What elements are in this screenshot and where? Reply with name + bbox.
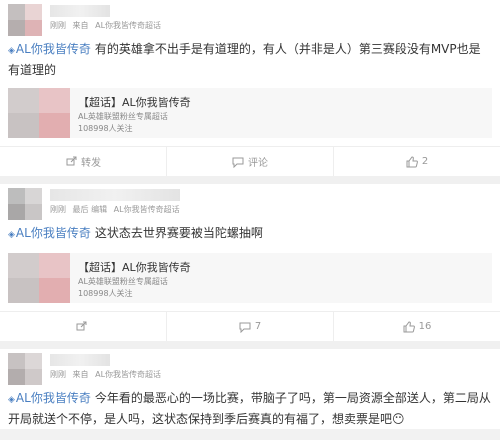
topic-link[interactable]: ◈AL你我皆传奇 [8, 226, 91, 240]
thumbs-up-icon [406, 155, 418, 167]
post-body: ◈AL你我皆传奇 这状态去世界赛要被当陀螺抽啊 [0, 224, 500, 245]
post-card: 刚刚 来自 AL你我皆传奇超话 ◈AL你我皆传奇 有的英雄拿不出手是有道理的，有人… [0, 0, 500, 176]
post-card: 刚刚 最后 编辑 AL你我皆传奇超话 ◈AL你我皆传奇 这状态去世界赛要被当陀螺抽… [0, 184, 500, 341]
post-from-source[interactable]: AL你我皆传奇超话 [95, 370, 161, 379]
post-text: 这状态去世界赛要被当陀螺抽啊 [94, 226, 263, 240]
comment-icon [232, 157, 244, 168]
like-count: 2 [421, 156, 429, 167]
comment-count: 7 [254, 321, 262, 332]
topic-label: AL你我皆传奇 [15, 42, 91, 56]
post-meta: 刚刚 来自 AL你我皆传奇超话 [50, 369, 165, 380]
super-topic-followers: 108998人关注 [78, 289, 133, 298]
comment-icon [239, 322, 251, 333]
post-separator [0, 176, 500, 184]
post-body: ◈AL你我皆传奇 有的英雄拿不出手是有道理的，有人（并非是人）第三赛段没有MVP也… [0, 40, 500, 80]
super-topic-icon: ◈ [8, 230, 15, 240]
repost-icon [66, 156, 77, 165]
username-blurred[interactable] [50, 189, 180, 201]
super-topic-card[interactable]: 【超话】AL你我皆传奇 AL英雄联盟粉丝专属超话 108998人关注 [8, 253, 492, 303]
topic-link[interactable]: ◈AL你我皆传奇 [8, 42, 91, 56]
post-body: ◈AL你我皆传奇 今年看的最恶心的一场比赛，带脑子了吗，第一局资源全部送人，第二局… [0, 389, 500, 429]
post-from-prefix: 最后 编辑 [72, 205, 108, 214]
post-from-prefix: 来自 [72, 21, 89, 30]
post-header: 刚刚 最后 编辑 AL你我皆传奇超话 [0, 184, 500, 224]
post-from-prefix: 来自 [72, 370, 89, 379]
post-actions: 7 16 [0, 311, 500, 341]
like-button[interactable]: 2 [333, 147, 500, 176]
comment-button[interactable]: 7 [166, 312, 333, 341]
post-meta: 刚刚 最后 编辑 AL你我皆传奇超话 [50, 204, 184, 215]
post-meta: 刚刚 来自 AL你我皆传奇超话 [50, 20, 165, 31]
avatar[interactable] [8, 353, 42, 385]
super-topic-icon: ◈ [8, 395, 15, 405]
repost-label: 转发 [81, 158, 101, 169]
topic-label: AL你我皆传奇 [15, 226, 91, 240]
repost-button[interactable]: 转发 [0, 147, 166, 176]
post-from-source[interactable]: AL你我皆传奇超话 [95, 21, 161, 30]
comment-label: 评论 [248, 158, 268, 169]
super-topic-followers: 108998人关注 [78, 124, 133, 133]
post-header: 刚刚 来自 AL你我皆传奇超话 [0, 349, 500, 389]
weibo-feed: 刚刚 来自 AL你我皆传奇超话 ◈AL你我皆传奇 有的英雄拿不出手是有道理的，有人… [0, 0, 500, 440]
username-blurred[interactable] [50, 5, 110, 17]
post-header: 刚刚 来自 AL你我皆传奇超话 [0, 0, 500, 40]
like-count: 16 [418, 321, 432, 332]
comment-button[interactable]: 评论 [166, 147, 333, 176]
post-card: 刚刚 来自 AL你我皆传奇超话 ◈AL你我皆传奇 今年看的最恶心的一场比赛，带脑子… [0, 349, 500, 429]
repost-icon [76, 321, 87, 330]
avatar[interactable] [8, 188, 42, 220]
post-time: 刚刚 [50, 205, 66, 214]
post-time: 刚刚 [50, 370, 66, 379]
super-topic-icon: ◈ [8, 46, 15, 56]
avatar[interactable] [8, 4, 42, 36]
username-blurred[interactable] [50, 354, 110, 366]
post-actions: 转发 评论 2 [0, 146, 500, 176]
repost-button[interactable] [0, 312, 166, 341]
topic-label: AL你我皆传奇 [15, 391, 91, 405]
topic-link[interactable]: ◈AL你我皆传奇 [8, 391, 91, 405]
thumbs-up-icon [403, 320, 415, 332]
super-topic-card[interactable]: 【超话】AL你我皆传奇 AL英雄联盟粉丝专属超话 108998人关注 [8, 88, 492, 138]
post-from-source[interactable]: AL你我皆传奇超话 [114, 205, 180, 214]
like-button[interactable]: 16 [333, 312, 500, 341]
super-topic-thumbnail [8, 253, 70, 303]
super-topic-subtitle: AL英雄联盟粉丝专属超话 [78, 112, 168, 121]
post-separator [0, 341, 500, 349]
post-time: 刚刚 [50, 21, 66, 30]
super-topic-title: 【超话】AL你我皆传奇 [78, 261, 191, 274]
super-topic-subtitle: AL英雄联盟粉丝专属超话 [78, 277, 168, 286]
super-topic-thumbnail [8, 88, 70, 138]
super-topic-title: 【超话】AL你我皆传奇 [78, 96, 191, 109]
